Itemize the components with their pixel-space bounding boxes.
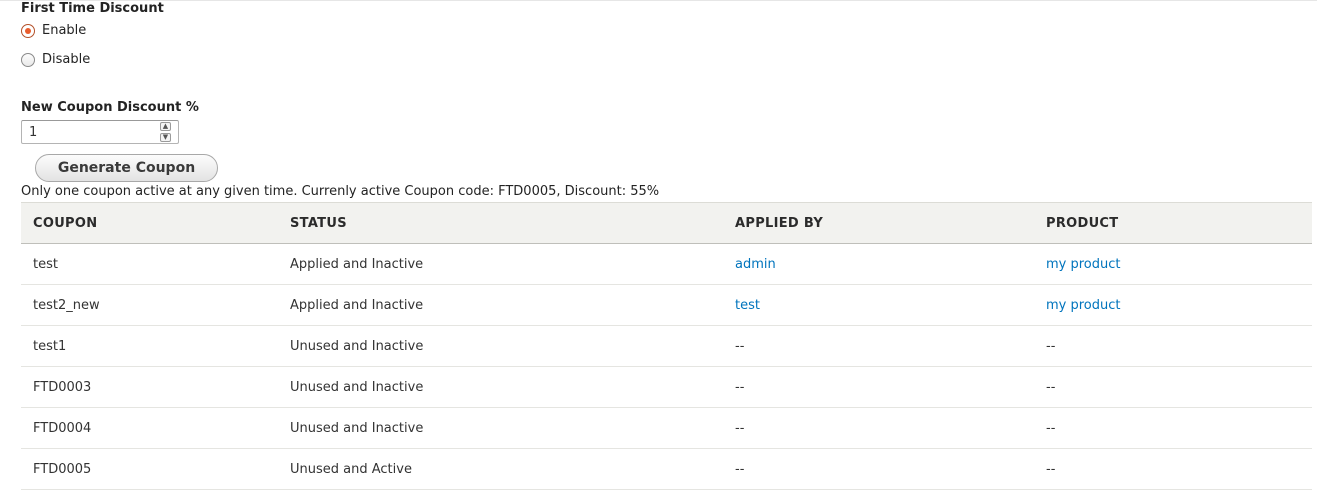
status-cell: Applied and Inactive bbox=[278, 243, 723, 285]
top-border bbox=[0, 0, 1317, 1]
status-cell: Applied and Inactive bbox=[278, 284, 723, 326]
disable-radio-label[interactable]: Disable bbox=[42, 52, 90, 68]
new-coupon-discount-input[interactable]: 1 ▲ ▼ bbox=[21, 120, 179, 144]
table-row: test2_new Applied and Inactive test my p… bbox=[21, 284, 1312, 326]
coupon-cell: FTD0003 bbox=[21, 366, 278, 408]
status-cell: Unused and Inactive bbox=[278, 407, 723, 449]
coupon-cell: test bbox=[21, 243, 278, 285]
table-row: FTD0004 Unused and Inactive -- -- bbox=[21, 407, 1312, 449]
product-cell: -- bbox=[1034, 366, 1312, 408]
product-cell: my product bbox=[1034, 243, 1312, 285]
coupon-cell: FTD0004 bbox=[21, 407, 278, 449]
applied-by-link[interactable]: test bbox=[735, 298, 760, 313]
coupon-cell: FTD0005 bbox=[21, 448, 278, 490]
chevron-up-icon[interactable]: ▲ bbox=[160, 122, 171, 131]
applied-by-link[interactable]: admin bbox=[735, 257, 776, 272]
applied-by-cell: -- bbox=[723, 407, 1034, 449]
column-header-coupon: COUPON bbox=[21, 202, 278, 244]
applied-by-cell: -- bbox=[723, 448, 1034, 490]
coupon-cell: test1 bbox=[21, 325, 278, 367]
product-cell: -- bbox=[1034, 448, 1312, 490]
quantity-stepper[interactable]: ▲ ▼ bbox=[160, 122, 172, 142]
status-cell: Unused and Active bbox=[278, 448, 723, 490]
first-time-discount-title: First Time Discount bbox=[21, 1, 164, 16]
radio-option-enable[interactable]: Enable bbox=[21, 22, 86, 40]
product-cell: -- bbox=[1034, 325, 1312, 367]
status-cell: Unused and Inactive bbox=[278, 366, 723, 408]
disable-radio[interactable] bbox=[21, 53, 35, 67]
enable-radio-label[interactable]: Enable bbox=[42, 23, 86, 39]
enable-radio[interactable] bbox=[21, 24, 35, 38]
column-header-status: STATUS bbox=[278, 202, 723, 244]
applied-by-cell: -- bbox=[723, 325, 1034, 367]
table-header-row: COUPON STATUS APPLIED BY PRODUCT bbox=[21, 202, 1312, 244]
product-cell: -- bbox=[1034, 407, 1312, 449]
column-header-applied-by: APPLIED BY bbox=[723, 202, 1034, 244]
applied-by-cell: test bbox=[723, 284, 1034, 326]
coupons-table: COUPON STATUS APPLIED BY PRODUCT test Ap… bbox=[21, 202, 1312, 490]
table-row: test1 Unused and Inactive -- -- bbox=[21, 325, 1312, 367]
product-cell: my product bbox=[1034, 284, 1312, 326]
new-coupon-discount-label: New Coupon Discount % bbox=[21, 100, 199, 115]
product-link[interactable]: my product bbox=[1046, 257, 1121, 272]
active-coupon-info: Only one coupon active at any given time… bbox=[21, 184, 660, 199]
product-link[interactable]: my product bbox=[1046, 298, 1121, 313]
coupon-cell: test2_new bbox=[21, 284, 278, 326]
column-header-product: PRODUCT bbox=[1034, 202, 1312, 244]
applied-by-cell: -- bbox=[723, 366, 1034, 408]
table-row: FTD0005 Unused and Active -- -- bbox=[21, 448, 1312, 490]
applied-by-cell: admin bbox=[723, 243, 1034, 285]
discount-input-value[interactable]: 1 bbox=[29, 125, 37, 141]
chevron-down-icon[interactable]: ▼ bbox=[160, 133, 171, 142]
table-row: FTD0003 Unused and Inactive -- -- bbox=[21, 366, 1312, 408]
table-row: test Applied and Inactive admin my produ… bbox=[21, 243, 1312, 285]
generate-coupon-button[interactable]: Generate Coupon bbox=[35, 154, 218, 182]
status-cell: Unused and Inactive bbox=[278, 325, 723, 367]
radio-option-disable[interactable]: Disable bbox=[21, 51, 90, 69]
